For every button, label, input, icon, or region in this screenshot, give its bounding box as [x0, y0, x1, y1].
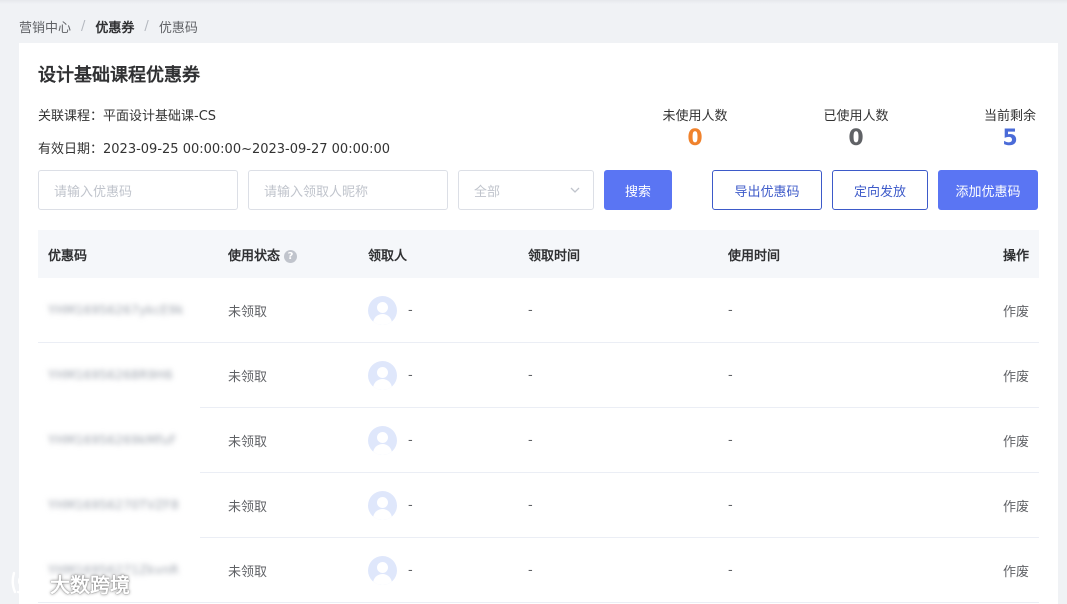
use-time-cell: -	[728, 302, 733, 318]
breadcrumb: 营销中心 / 优惠券 / 优惠码	[19, 17, 198, 36]
status-cell: 未领取	[228, 564, 268, 580]
breadcrumb-separator: /	[81, 18, 86, 34]
receiver-cell: -	[368, 473, 413, 537]
date-label: 有效日期：	[38, 142, 104, 157]
coupon-code: YHM16956268R9H6	[48, 368, 173, 382]
watermark-text: 大数跨境	[50, 572, 130, 597]
stat-remaining: 当前剩余 5	[975, 105, 1045, 152]
void-button[interactable]: 作废	[1003, 473, 1029, 537]
breadcrumb-coupons[interactable]: 优惠券	[95, 17, 134, 36]
coupon-code-cell: YHM16956268R9H6	[48, 343, 173, 407]
void-button[interactable]: 作废	[1003, 343, 1029, 407]
receiver-cell: -	[368, 343, 413, 407]
coupon-code-cell: YHM16956269kMfuF	[48, 408, 177, 472]
table-body: YHM16956267ykcE9k 未领取 - - - 作废 YHM169562…	[38, 278, 1039, 603]
course-value: 平面设计基础课-CS	[103, 109, 217, 124]
status-cell: 未领取	[228, 499, 268, 515]
void-button[interactable]: 作废	[1003, 538, 1029, 602]
receiver-cell: -	[368, 538, 413, 602]
status-cell: 未领取	[228, 304, 268, 320]
table-header: 优惠码 使用状态? 领取人 领取时间 使用时间 操作	[38, 230, 1039, 278]
date-info: 有效日期：2023-09-25 00:00:00~2023-09-27 00:0…	[38, 138, 390, 157]
top-shadow	[0, 0, 1067, 4]
col-use-time: 使用时间	[728, 248, 781, 264]
stat-used-value: 0	[848, 126, 864, 151]
col-receive-time: 领取时间	[528, 248, 581, 264]
course-label: 关联课程：	[38, 109, 104, 124]
chevron-down-icon	[570, 187, 580, 193]
receiver-name: -	[408, 497, 413, 513]
stat-unused-label: 未使用人数	[662, 109, 728, 124]
receive-time-cell: -	[528, 302, 533, 318]
status-select[interactable]: 全部	[458, 170, 594, 210]
stat-used: 已使用人数 0	[816, 105, 896, 152]
col-action: 操作	[1002, 248, 1029, 264]
course-info: 关联课程：平面设计基础课-CS	[38, 105, 216, 124]
col-receiver: 领取人	[368, 248, 408, 264]
status-select-value: 全部	[474, 184, 501, 200]
status-cell: 未领取	[228, 434, 268, 450]
targeted-issue-button[interactable]: 定向发放	[832, 170, 928, 210]
add-code-button[interactable]: 添加优惠码	[938, 170, 1038, 210]
avatar	[368, 490, 397, 520]
use-time-cell: -	[728, 497, 733, 513]
coupon-code: YHM16956270TVZF8	[48, 498, 179, 512]
coupon-code-cell: YHM16956267ykcE9k	[48, 278, 184, 342]
avatar	[368, 295, 397, 325]
coupon-table: 优惠码 使用状态? 领取人 领取时间 使用时间 操作 YHM16956267yk…	[38, 230, 1039, 603]
stat-remaining-value: 5	[1002, 126, 1018, 151]
avatar	[368, 555, 397, 585]
breadcrumb-marketing[interactable]: 营销中心	[19, 17, 71, 36]
table-row: YHM16956268R9H6 未领取 - - - 作废	[38, 343, 1039, 408]
use-time-cell: -	[728, 432, 733, 448]
coupon-code: YHM16956269kMfuF	[48, 433, 177, 447]
stat-unused: 未使用人数 0	[655, 105, 735, 152]
receiver-cell: -	[368, 278, 413, 342]
question-circle-icon[interactable]: ?	[284, 249, 298, 263]
void-button[interactable]: 作废	[1003, 408, 1029, 472]
status-cell: 未领取	[228, 369, 268, 385]
avatar	[368, 360, 397, 390]
receive-time-cell: -	[528, 367, 533, 383]
export-codes-button[interactable]: 导出优惠码	[712, 170, 822, 210]
coupon-code: YHM16956267ykcE9k	[48, 303, 184, 317]
table-row: YHM16956267ykcE9k 未领取 - - - 作废	[38, 278, 1039, 343]
stat-unused-value: 0	[687, 126, 703, 151]
breadcrumb-current: 优惠码	[158, 20, 198, 36]
receive-time-cell: -	[528, 562, 533, 578]
col-status: 使用状态?	[228, 245, 298, 264]
receiver-name: -	[408, 562, 413, 578]
void-button[interactable]: 作废	[1003, 278, 1029, 342]
receive-time-cell: -	[528, 432, 533, 448]
watermark: 大数跨境	[10, 567, 130, 599]
date-value: 2023-09-25 00:00:00~2023-09-27 00:00:00	[103, 142, 391, 157]
use-time-cell: -	[728, 562, 733, 578]
receiver-nickname-input[interactable]: 请输入领取人昵称	[248, 170, 448, 210]
search-button[interactable]: 搜索	[604, 170, 672, 210]
receiver-cell: -	[368, 408, 413, 472]
col-code: 优惠码	[48, 248, 88, 264]
table-row: YHM16956271ZkvnR 未领取 - - - 作废	[38, 538, 1039, 603]
table-row: YHM16956269kMfuF 未领取 - - - 作废	[38, 408, 1039, 473]
coupon-code-cell: YHM16956270TVZF8	[48, 473, 179, 537]
receive-time-cell: -	[528, 497, 533, 513]
receiver-name: -	[408, 302, 413, 318]
receiver-name: -	[408, 432, 413, 448]
avatar	[368, 425, 397, 455]
use-time-cell: -	[728, 367, 733, 383]
col-status-label: 使用状态	[228, 248, 281, 264]
stat-used-label: 已使用人数	[823, 109, 889, 124]
page-title: 设计基础课程优惠券	[38, 65, 200, 86]
stat-remaining-label: 当前剩余	[983, 109, 1036, 124]
coupon-code-input[interactable]: 请输入优惠码	[38, 170, 238, 210]
breadcrumb-separator: /	[144, 18, 149, 34]
receiver-name: -	[408, 367, 413, 383]
main-card: 设计基础课程优惠券 关联课程：平面设计基础课-CS 有效日期：2023-09-2…	[19, 43, 1058, 604]
watermark-logo-icon	[11, 571, 42, 595]
table-row: YHM16956270TVZF8 未领取 - - - 作废	[38, 473, 1039, 538]
